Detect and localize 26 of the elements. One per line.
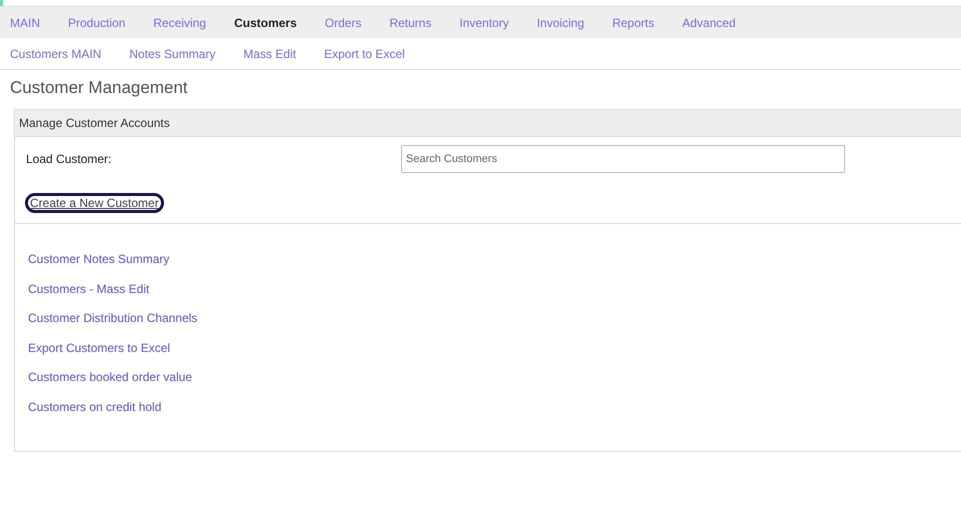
nav-tab[interactable]: Reports xyxy=(612,14,654,32)
customer-link[interactable]: Customer Distribution Channels xyxy=(28,311,198,326)
nav-tab[interactable]: Receiving xyxy=(153,14,206,32)
nav-tab[interactable]: Invoicing xyxy=(536,14,584,32)
search-field[interactable]: Search Customers xyxy=(401,145,845,173)
panel-title: Manage Customer Accounts xyxy=(19,115,170,132)
create-customer-button[interactable]: Create a New Customer xyxy=(25,193,164,213)
customer-link[interactable]: Customers - Mass Edit xyxy=(28,282,150,296)
sub-nav-link[interactable]: Notes Summary xyxy=(129,44,216,62)
nav-tab[interactable]: Returns xyxy=(389,14,432,32)
load-label: Load Customer: xyxy=(26,151,112,168)
sub-nav-link[interactable]: Export to Excel xyxy=(324,44,405,62)
customer-link[interactable]: Customers on credit hold xyxy=(28,400,162,414)
sub-nav-link[interactable]: Customers MAIN xyxy=(10,44,102,62)
nav-tab[interactable]: Customers xyxy=(234,14,297,32)
nav-tab[interactable]: Orders xyxy=(324,14,362,32)
sub-nav-link[interactable]: Mass Edit xyxy=(243,44,296,62)
nav-tab[interactable]: Inventory xyxy=(459,14,509,32)
customer-link[interactable]: Export Customers to Excel xyxy=(28,340,170,356)
customer-link[interactable]: Customers booked order value xyxy=(28,370,192,385)
nav-tab[interactable]: Advanced xyxy=(682,14,736,32)
customer-link[interactable]: Customer Notes Summary xyxy=(28,252,170,267)
corner-marker xyxy=(0,0,3,6)
page-title: Customer Management xyxy=(10,78,188,98)
nav-tab[interactable]: Production xyxy=(68,14,126,32)
nav-tab[interactable]: MAIN xyxy=(10,14,40,32)
